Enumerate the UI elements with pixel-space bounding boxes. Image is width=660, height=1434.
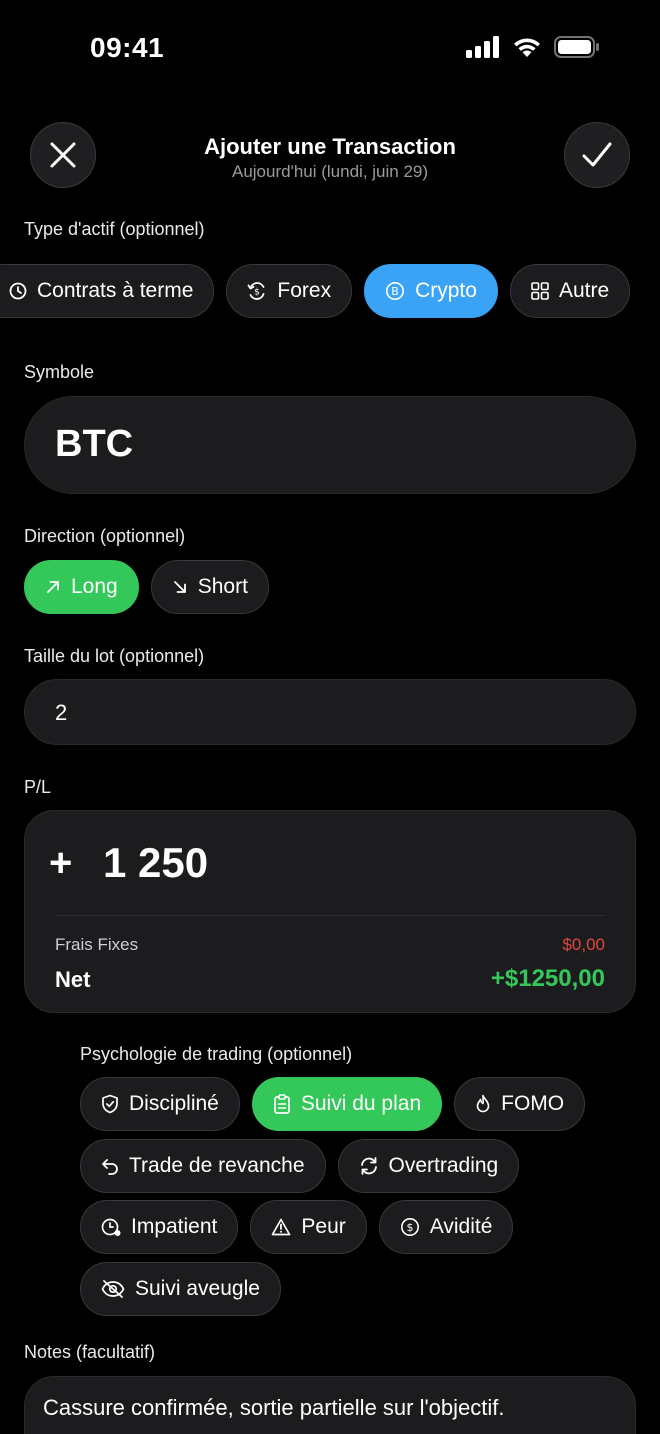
warning-icon	[272, 1218, 291, 1236]
battery-icon	[554, 36, 600, 63]
psychology-impatient-label: Impatient	[131, 1215, 218, 1238]
psychology-overtrading[interactable]: Overtrading	[337, 1139, 520, 1193]
fees-label: Frais Fixes	[55, 935, 139, 954]
wifi-icon	[512, 36, 542, 63]
page-subtitle: Aujourd'hui (lundi, juin 29)	[231, 162, 429, 181]
notes-label: Notes (facultatif)	[24, 1342, 156, 1362]
pl-card: + 1 250 Frais Fixes $0,00 Net +$1250,00	[24, 810, 636, 1013]
shield-check-icon	[102, 1094, 118, 1114]
psychology-fomo-label: FOMO	[501, 1092, 565, 1115]
lot-size-label: Taille du lot (optionnel)	[24, 646, 205, 666]
bitcoin-icon: B	[386, 282, 405, 300]
asset-type-crypto[interactable]: B Crypto	[364, 264, 498, 318]
fees-value: $0,00	[562, 935, 605, 954]
dollar-circle-icon: $	[400, 1218, 419, 1236]
direction-long[interactable]: Long	[24, 560, 139, 614]
asset-type-futures[interactable]: Contrats à terme	[0, 264, 215, 318]
arrow-down-right-icon	[173, 581, 186, 593]
psychology-fear[interactable]: Peur	[250, 1200, 367, 1254]
asset-type-label: Type d'actif (optionnel)	[24, 219, 205, 239]
asset-type-futures-label: Contrats à terme	[37, 279, 194, 302]
page-title: Ajouter une Transaction	[204, 134, 456, 159]
psychology-disciplined[interactable]: Discipliné	[80, 1077, 240, 1131]
direction-label: Direction (optionnel)	[24, 526, 186, 546]
psychology-greed-label: Avidité	[429, 1215, 493, 1238]
confirm-button[interactable]	[564, 122, 630, 188]
psychology-overtrading-label: Overtrading	[388, 1154, 499, 1177]
net-value: +$1250,00	[490, 965, 605, 992]
pl-label: P/L	[24, 777, 52, 797]
direction-long-label: Long	[71, 575, 118, 598]
psychology-row-3: Impatient Peur $ Avidité	[80, 1200, 514, 1254]
pl-divider	[55, 915, 605, 916]
status-icons	[466, 36, 600, 63]
cellular-signal-icon	[466, 36, 500, 63]
undo-arrow-icon	[102, 1159, 118, 1175]
psychology-revenge-trade[interactable]: Trade de revanche	[80, 1139, 326, 1193]
grid-icon	[531, 282, 549, 300]
psychology-fear-label: Peur	[301, 1215, 346, 1238]
asset-type-options: Contrats à terme $ Forex B Crypto Autre	[0, 264, 631, 318]
asset-type-forex-label: Forex	[277, 279, 332, 302]
svg-text:$: $	[406, 1221, 413, 1234]
asset-type-other-label: Autre	[558, 279, 610, 302]
direction-options: Long Short	[24, 560, 269, 614]
psychology-row-4: Suivi aveugle	[80, 1262, 281, 1316]
psychology-blind-following[interactable]: Suivi aveugle	[80, 1262, 281, 1316]
checkmark-icon	[582, 142, 612, 167]
currency-exchange-icon: $	[248, 282, 265, 300]
symbol-value: BTC	[55, 423, 134, 465]
psychology-impatient[interactable]: Impatient	[80, 1200, 239, 1254]
status-bar: 09:41	[0, 0, 660, 96]
psychology-revenge-trade-label: Trade de revanche	[129, 1154, 305, 1177]
direction-short[interactable]: Short	[150, 560, 269, 614]
psychology-fomo[interactable]: FOMO	[454, 1077, 586, 1131]
arrow-up-right-icon	[47, 581, 59, 593]
asset-type-forex[interactable]: $ Forex	[226, 264, 353, 318]
clock-icon	[9, 282, 27, 300]
clipboard-icon	[274, 1094, 290, 1114]
psychology-greed[interactable]: $ Avidité	[378, 1200, 514, 1254]
psychology-row-2: Trade de revanche Overtrading	[80, 1139, 520, 1193]
psychology-blind-following-label: Suivi aveugle	[135, 1277, 260, 1300]
timer-icon	[101, 1218, 121, 1236]
lot-size-value: 2	[55, 700, 68, 725]
psychology-followed-plan-label: Suivi du plan	[300, 1092, 422, 1115]
pl-amount-input[interactable]: 1 250	[103, 839, 208, 887]
flame-icon	[476, 1094, 490, 1113]
asset-type-crypto-label: Crypto	[415, 279, 477, 302]
eye-off-icon	[101, 1280, 125, 1298]
pl-sign-toggle[interactable]: +	[49, 841, 72, 886]
notes-textarea[interactable]: Cassure confirmée, sortie partielle sur …	[24, 1376, 636, 1434]
asset-type-other[interactable]: Autre	[509, 264, 631, 318]
svg-text:$: $	[255, 288, 261, 298]
net-label: Net	[55, 967, 91, 992]
direction-short-label: Short	[197, 575, 248, 598]
psychology-disciplined-label: Discipliné	[129, 1092, 219, 1115]
symbol-input[interactable]: BTC	[24, 396, 636, 494]
symbol-label: Symbole	[24, 362, 95, 382]
header: Ajouter une Transaction Aujourd'hui (lun…	[0, 122, 660, 192]
psychology-followed-plan[interactable]: Suivi du plan	[251, 1077, 443, 1131]
svg-text:B: B	[391, 285, 399, 298]
lot-size-input[interactable]: 2	[24, 679, 636, 745]
psychology-row-1: Discipliné Suivi du plan FOMO	[80, 1077, 586, 1131]
status-time: 09:41	[90, 32, 165, 63]
refresh-icon	[360, 1157, 377, 1175]
notes-value: Cassure confirmée, sortie partielle sur …	[43, 1395, 505, 1420]
psychology-label: Psychologie de trading (optionnel)	[80, 1044, 353, 1064]
